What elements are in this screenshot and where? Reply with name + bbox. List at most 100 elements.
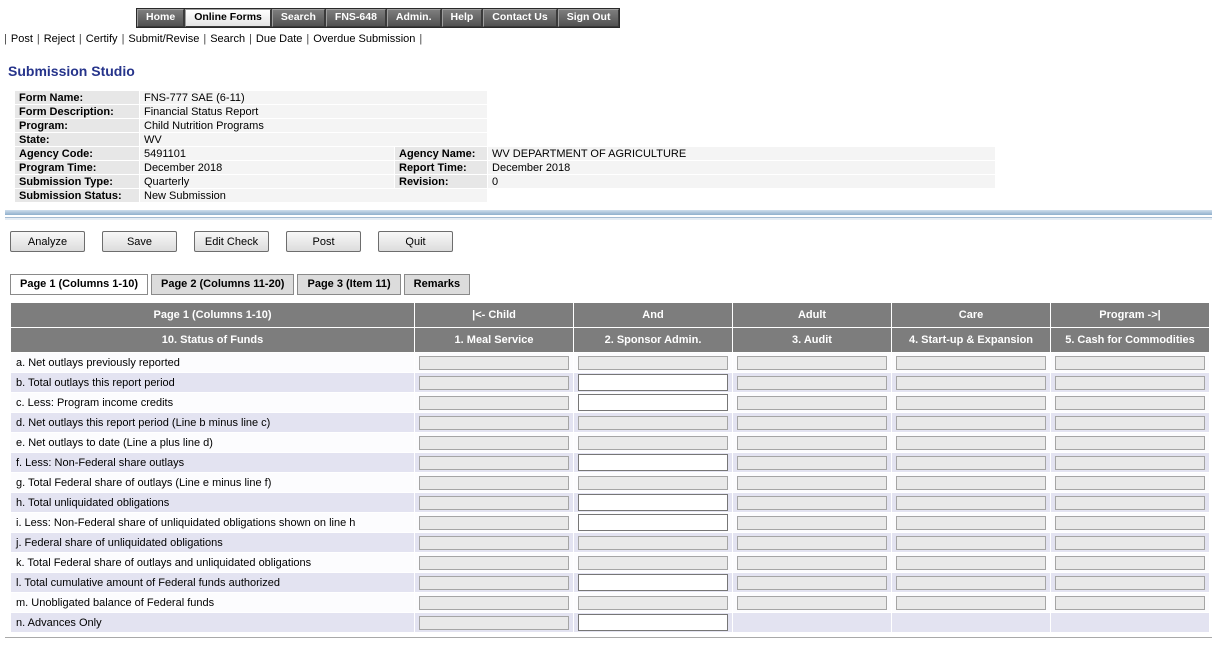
menu-item-due-date[interactable]: Due Date: [252, 33, 306, 45]
grid-cell-i-3: [733, 513, 891, 532]
info-label-agency-name: Agency Name:: [395, 147, 487, 160]
grid-header-3-audit: 3. Audit: [733, 328, 891, 352]
info-label-report-time: Report Time:: [395, 161, 487, 174]
grid-header-5-cash-for-commodities: 5. Cash for Commodities: [1051, 328, 1209, 352]
input-j-4: [896, 536, 1046, 550]
grid-cell-a-4: [892, 353, 1050, 372]
topnav-search[interactable]: Search: [272, 9, 325, 27]
analyze-button[interactable]: Analyze: [10, 231, 85, 252]
row-label-h: h. Total unliquidated obligations: [11, 493, 414, 512]
grid-cell-j-1: [415, 533, 573, 552]
topnav-home[interactable]: Home: [137, 9, 184, 27]
input-c-2[interactable]: [578, 394, 728, 411]
topnav-contact-us[interactable]: Contact Us: [483, 9, 556, 27]
grid-cell-f-2: [574, 453, 732, 472]
input-i-2[interactable]: [578, 514, 728, 531]
grid-cell-e-3: [733, 433, 891, 452]
topnav-sign-out[interactable]: Sign Out: [558, 9, 620, 27]
grid-cell-e-2: [574, 433, 732, 452]
info-value-state: WV: [140, 133, 487, 146]
tab-page-3-item-11[interactable]: Page 3 (Item 11): [297, 274, 400, 295]
grid-cell-l-4: [892, 573, 1050, 592]
save-button[interactable]: Save: [102, 231, 177, 252]
grid-cell-i-5: [1051, 513, 1209, 532]
menu-item-certify[interactable]: Certify: [82, 33, 122, 45]
tab-bar: Page 1 (Columns 1-10)Page 2 (Columns 11-…: [10, 274, 1217, 295]
grid-cell-j-5: [1051, 533, 1209, 552]
topnav-online-forms[interactable]: Online Forms: [185, 9, 271, 27]
grid-cell-n-5: [1051, 613, 1209, 632]
input-f-2[interactable]: [578, 454, 728, 471]
input-n-1: [419, 616, 569, 630]
bottom-divider: [5, 637, 1212, 638]
grid-cell-g-4: [892, 473, 1050, 492]
tab-page-2-columns-11-20[interactable]: Page 2 (Columns 11-20): [151, 274, 295, 295]
menu-item-submit-revise[interactable]: Submit/Revise: [124, 33, 203, 45]
topnav-help[interactable]: Help: [442, 9, 483, 27]
input-a-5: [1055, 356, 1205, 370]
input-i-4: [896, 516, 1046, 530]
grid-cell-e-1: [415, 433, 573, 452]
grid-cell-g-2: [574, 473, 732, 492]
input-l-3: [737, 576, 887, 590]
input-f-3: [737, 456, 887, 470]
row-label-f: f. Less: Non-Federal share outlays: [11, 453, 414, 472]
form-info-row: Form Name:FNS-777 SAE (6-11): [15, 91, 995, 104]
form-info-row: Program:Child Nutrition Programs: [15, 119, 995, 132]
input-l-5: [1055, 576, 1205, 590]
info-label-revision: Revision:: [395, 175, 487, 188]
grid-cell-c-1: [415, 393, 573, 412]
input-f-1: [419, 456, 569, 470]
grid-cell-a-5: [1051, 353, 1209, 372]
grid-cell-c-3: [733, 393, 891, 412]
grid-cell-n-1: [415, 613, 573, 632]
grid-cell-k-5: [1051, 553, 1209, 572]
grid-header-program: Program ->|: [1051, 303, 1209, 327]
form-info-row: Submission Type:QuarterlyRevision:0: [15, 175, 995, 188]
info-blank: [488, 105, 995, 118]
grid-cell-k-1: [415, 553, 573, 572]
input-a-4: [896, 356, 1046, 370]
input-g-5: [1055, 476, 1205, 490]
info-value-program: Child Nutrition Programs: [140, 119, 487, 132]
input-h-2[interactable]: [578, 494, 728, 511]
topnav-fns-648[interactable]: FNS-648: [326, 9, 386, 27]
input-l-2[interactable]: [578, 574, 728, 591]
form-info-row: Form Description:Financial Status Report: [15, 105, 995, 118]
input-b-2[interactable]: [578, 374, 728, 391]
input-e-2: [578, 436, 728, 450]
quit-button[interactable]: Quit: [378, 231, 453, 252]
input-m-5: [1055, 596, 1205, 610]
menu-item-search[interactable]: Search: [206, 33, 249, 45]
grid-cell-i-1: [415, 513, 573, 532]
row-label-i: i. Less: Non-Federal share of unliquidat…: [11, 513, 414, 532]
grid-cell-l-5: [1051, 573, 1209, 592]
input-i-5: [1055, 516, 1205, 530]
info-value-form-description: Financial Status Report: [140, 105, 487, 118]
input-n-2[interactable]: [578, 614, 728, 631]
menu-item-post[interactable]: Post: [7, 33, 37, 45]
tab-page-1-columns-1-10[interactable]: Page 1 (Columns 1-10): [10, 274, 148, 295]
grid-cell-e-4: [892, 433, 1050, 452]
grid-cell-d-3: [733, 413, 891, 432]
tab-remarks[interactable]: Remarks: [404, 274, 470, 295]
input-f-5: [1055, 456, 1205, 470]
input-e-4: [896, 436, 1046, 450]
input-h-4: [896, 496, 1046, 510]
grid-row-k: k. Total Federal share of outlays and un…: [11, 553, 1209, 572]
info-label-program-time: Program Time:: [15, 161, 139, 174]
row-label-b: b. Total outlays this report period: [11, 373, 414, 392]
toolbar: Analyze Save Edit Check Post Quit: [10, 231, 1217, 252]
post-button[interactable]: Post: [286, 231, 361, 252]
edit-check-button[interactable]: Edit Check: [194, 231, 269, 252]
info-label-submission-type: Submission Type:: [15, 175, 139, 188]
grid-cell-l-1: [415, 573, 573, 592]
input-i-1: [419, 516, 569, 530]
menu-item-overdue-submission[interactable]: Overdue Submission: [309, 33, 419, 45]
input-k-3: [737, 556, 887, 570]
input-e-5: [1055, 436, 1205, 450]
info-value-agency-name: WV DEPARTMENT OF AGRICULTURE: [488, 147, 995, 160]
info-blank: [488, 91, 995, 104]
topnav-admin[interactable]: Admin.: [387, 9, 441, 27]
menu-item-reject[interactable]: Reject: [40, 33, 79, 45]
